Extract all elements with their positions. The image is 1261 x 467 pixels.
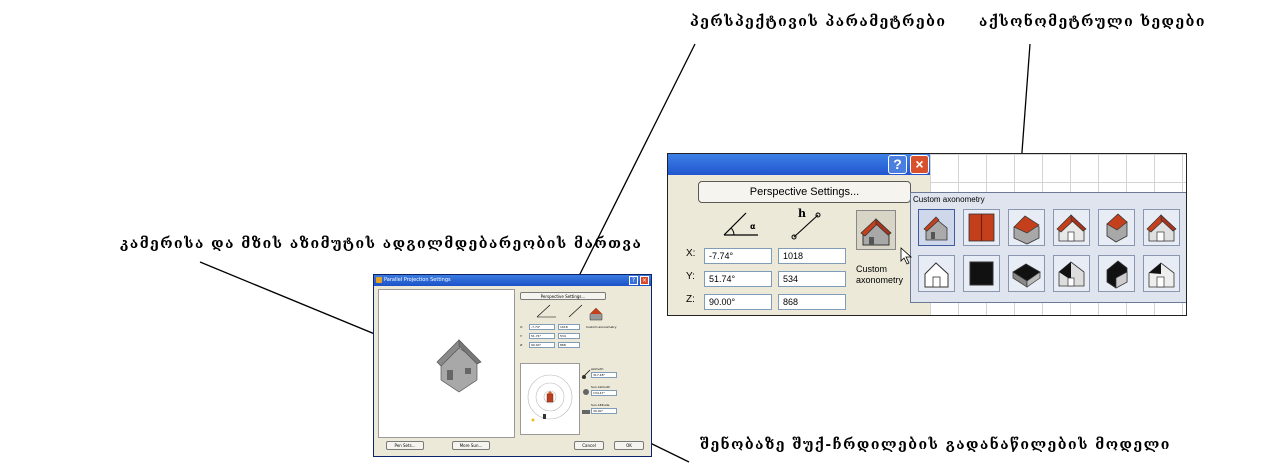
- axonometry-view-isometric-left[interactable]: [1008, 209, 1045, 246]
- isometric-left-icon: [1013, 215, 1040, 245]
- custom-axonometry-button-icon[interactable]: [588, 305, 604, 321]
- projection-preview: [378, 289, 515, 438]
- pen-sets-button[interactable]: Pen Sets...: [386, 441, 424, 450]
- angle-y-field[interactable]: 51.74°: [704, 271, 772, 287]
- bottom-trimetric-icon: [1106, 260, 1128, 289]
- sun-altitude-label: Sun Altitude: [591, 403, 610, 407]
- isometric-right-icon: [1146, 214, 1177, 242]
- cancel-button[interactable]: Cancel: [574, 441, 604, 450]
- length-x-field[interactable]: 1018: [558, 324, 580, 330]
- angle-icon: [536, 304, 556, 318]
- house-preview-icon: [436, 339, 482, 393]
- camera-azimuth-icon: [581, 369, 591, 379]
- sun-azimuth-icon: [583, 389, 589, 395]
- close-button[interactable]: ×: [640, 276, 649, 285]
- axis-label-y: Y:: [520, 334, 523, 338]
- axonometry-view-custom[interactable]: [918, 209, 955, 246]
- perspective-settings-button[interactable]: Perspective Settings...: [698, 181, 911, 203]
- angle-x-field[interactable]: -7.74°: [529, 324, 555, 330]
- bottom-right-icon: [1148, 262, 1175, 288]
- length-icon: [568, 304, 583, 318]
- angle-icon: α: [723, 212, 758, 236]
- axonometry-view-plan-outline[interactable]: [918, 255, 955, 292]
- trimetric-icon: [1106, 213, 1128, 243]
- axis-label-y: Y:: [686, 271, 695, 282]
- popup-title: Custom axonometry: [913, 195, 985, 204]
- dimetric-icon: [1056, 214, 1087, 242]
- close-button[interactable]: ×: [910, 155, 929, 174]
- angle-x-field[interactable]: -7.74°: [704, 248, 772, 264]
- angle-z-field[interactable]: 90.00°: [529, 342, 555, 348]
- app-icon: [376, 277, 382, 283]
- sun-camera-control[interactable]: [520, 363, 580, 435]
- bottom-front-icon: [1058, 261, 1085, 287]
- ok-button[interactable]: OK: [614, 441, 644, 450]
- custom-axonometry-icon: [923, 216, 948, 241]
- parallel-projection-dialog: Parallel Projection Settings ? × Perspec…: [373, 274, 652, 457]
- axonometry-view-top[interactable]: [963, 255, 1000, 292]
- sun-orbit-icon: [527, 374, 573, 422]
- axis-label-x: X:: [520, 325, 524, 329]
- custom-axonometry-label: Custom axonometry: [856, 264, 904, 285]
- axis-label-x: X:: [686, 248, 696, 259]
- help-button[interactable]: ?: [888, 155, 907, 174]
- length-y-field[interactable]: 534: [778, 271, 846, 287]
- dialog-titlebar: Parallel Projection Settings ? ×: [374, 275, 651, 286]
- custom-axonometry-button[interactable]: [856, 210, 896, 250]
- svg-text:α: α: [750, 222, 756, 231]
- length-x-field[interactable]: 1018: [778, 248, 846, 264]
- front-elevation-icon: [968, 213, 995, 242]
- bottom-left-icon: [1012, 263, 1041, 288]
- axis-label-z: Z:: [520, 343, 524, 347]
- sun-altitude-field[interactable]: 30.00°: [591, 408, 617, 414]
- axonometry-view-bottom-left[interactable]: [1008, 255, 1045, 292]
- length-z-field[interactable]: 868: [558, 342, 580, 348]
- house-outline-icon: [924, 262, 949, 288]
- axis-label-z: Z:: [686, 294, 695, 305]
- length-icon: h: [791, 207, 821, 240]
- zoomed-titlebar: ? ×: [668, 154, 930, 175]
- sun-altitude-icon: [582, 410, 590, 414]
- azimuth-label: Azimuth: [591, 367, 604, 371]
- axonometry-view-dimetric[interactable]: [1053, 209, 1090, 246]
- axonometry-view-bottom-trimetric[interactable]: [1098, 255, 1135, 292]
- axonometry-view-bottom-front[interactable]: [1053, 255, 1090, 292]
- mouse-cursor-icon: [900, 247, 913, 265]
- angle-z-field[interactable]: 90.00°: [704, 294, 772, 310]
- svg-text:h: h: [798, 207, 806, 220]
- axonometry-popup: Custom axonometry: [910, 192, 1186, 303]
- zoomed-settings-panel: ? × Perspective Settings... α h X: Y: Z:…: [667, 153, 1187, 316]
- sun-azimuth-field[interactable]: 134.47°: [591, 390, 617, 396]
- house-icon: [860, 218, 892, 246]
- sun-azimuth-label: Sun Azimuth: [591, 385, 611, 389]
- angle-y-field[interactable]: 51.74°: [529, 333, 555, 339]
- perspective-settings-button[interactable]: Perspective Settings...: [520, 292, 606, 300]
- more-sun-button[interactable]: More Sun...: [452, 441, 490, 450]
- dialog-title: Parallel Projection Settings: [384, 277, 451, 283]
- custom-axonometry-label: Custom axonometry: [586, 325, 617, 329]
- axonometry-view-front[interactable]: [963, 209, 1000, 246]
- help-button[interactable]: ?: [629, 276, 638, 285]
- azimuth-field[interactable]: 317.48°: [591, 372, 617, 378]
- axonometry-view-isometric-right[interactable]: [1143, 209, 1180, 246]
- length-z-field[interactable]: 868: [778, 294, 846, 310]
- length-y-field[interactable]: 534: [558, 333, 580, 339]
- axonometry-view-bottom-right[interactable]: [1143, 255, 1180, 292]
- top-view-icon: [969, 261, 994, 286]
- axonometry-view-trimetric[interactable]: [1098, 209, 1135, 246]
